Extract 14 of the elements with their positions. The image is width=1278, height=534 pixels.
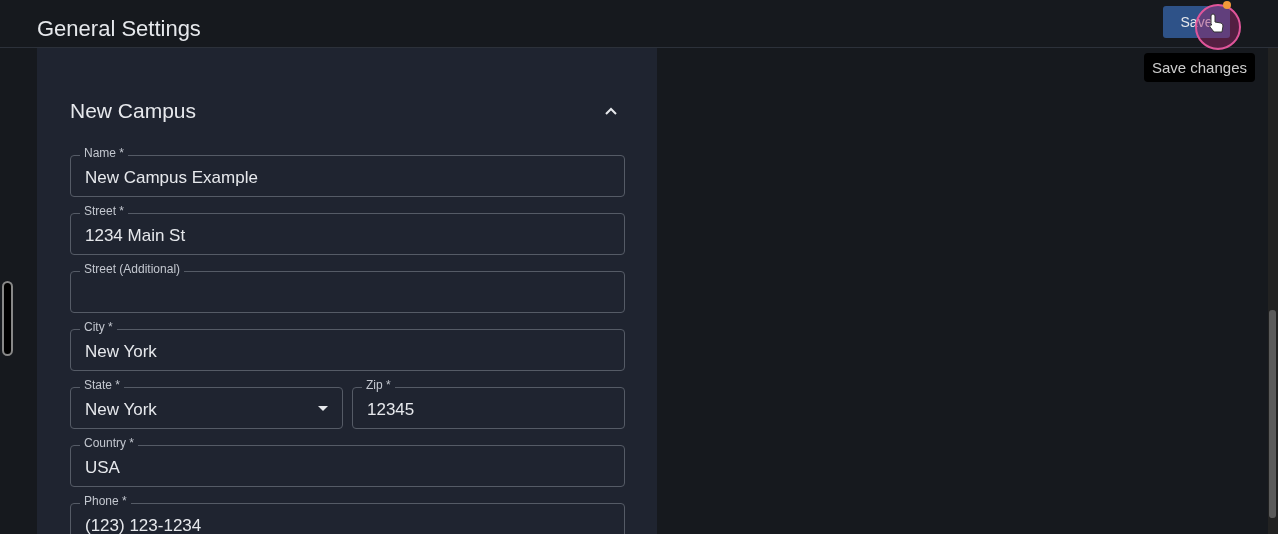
input-field[interactable]: Street * 1234 Main St [70, 204, 625, 255]
select-field[interactable]: State * New York [70, 378, 343, 429]
caret-icon [318, 405, 328, 411]
tooltip: Save changes [1143, 53, 1255, 82]
input-field[interactable]: Name * New Campus Example [70, 146, 625, 197]
page-title: General Settings [37, 16, 201, 42]
input-field[interactable]: Zip * 12345 [352, 378, 625, 429]
scroll-handle[interactable] [2, 281, 13, 356]
scrollbar-thumb[interactable] [1269, 310, 1276, 518]
input-field[interactable]: Street (Additional) [70, 262, 625, 313]
input-field[interactable]: City * New York [70, 320, 625, 371]
section-title: New Campus [70, 99, 197, 123]
input-field[interactable]: Country * USA [70, 436, 625, 487]
chevron-icon[interactable] [604, 106, 618, 116]
